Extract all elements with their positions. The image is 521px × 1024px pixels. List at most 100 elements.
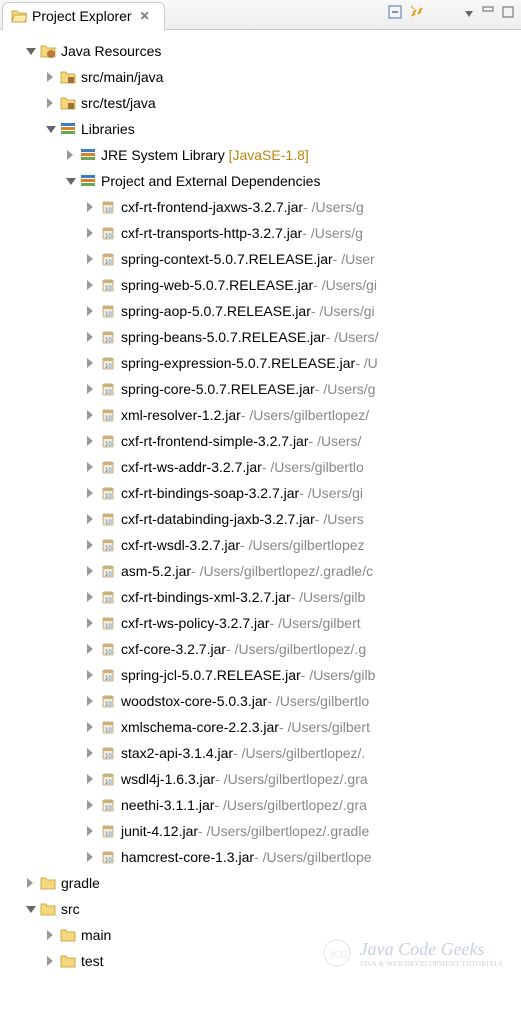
expand-arrow-icon[interactable] [44,96,58,110]
jar-icon [100,745,116,761]
expand-arrow-icon[interactable] [84,408,98,422]
expand-arrow-icon[interactable] [84,798,98,812]
tree-node-jar[interactable]: cxf-rt-databinding-jaxb-3.2.7.jar - /Use… [0,506,521,532]
tab-title: Project Explorer [32,8,132,24]
tree-node-jar[interactable]: spring-expression-5.0.7.RELEASE.jar - /U [0,350,521,376]
jar-path: - /Users/gilbertlopez/. [233,745,365,761]
tree-node-jar[interactable]: neethi-3.1.1.jar - /Users/gilbertlopez/.… [0,792,521,818]
tree-node-src-test[interactable]: test [0,948,521,974]
expand-arrow-icon[interactable] [64,174,78,188]
expand-arrow-icon[interactable] [44,928,58,942]
view-tab-bar: Project Explorer ✕ [0,0,521,30]
tree-node-jar[interactable]: stax2-api-3.1.4.jar - /Users/gilbertlope… [0,740,521,766]
expand-arrow-icon[interactable] [84,460,98,474]
jar-path: - /Users/gilbertlopez/.gradle [198,823,369,839]
expand-arrow-icon[interactable] [84,746,98,760]
tree-node-jar[interactable]: cxf-rt-ws-addr-3.2.7.jar - /Users/gilber… [0,454,521,480]
expand-arrow-icon[interactable] [44,954,58,968]
tree-node-libraries[interactable]: Libraries [0,116,521,142]
jar-icon [100,511,116,527]
tree-node-jar[interactable]: hamcrest-core-1.3.jar - /Users/gilbertlo… [0,844,521,870]
expand-arrow-icon[interactable] [84,772,98,786]
project-tree: Java Resources src/main/java src/test/ja… [0,30,521,1024]
minimize-icon[interactable] [481,5,495,22]
tree-node-gradle[interactable]: gradle [0,870,521,896]
tree-node-jar[interactable]: asm-5.2.jar - /Users/gilbertlopez/.gradl… [0,558,521,584]
tree-node-jar[interactable]: cxf-rt-frontend-jaxws-3.2.7.jar - /Users… [0,194,521,220]
tree-node-jar[interactable]: cxf-rt-bindings-soap-3.2.7.jar - /Users/… [0,480,521,506]
collapse-all-icon[interactable] [387,4,403,23]
folder-closed-icon [40,901,56,917]
expand-arrow-icon[interactable] [84,278,98,292]
expand-arrow-icon[interactable] [84,590,98,604]
expand-arrow-icon[interactable] [84,356,98,370]
expand-arrow-icon[interactable] [84,382,98,396]
expand-arrow-icon[interactable] [84,330,98,344]
jar-name: xmlschema-core-2.2.3.jar [121,719,279,735]
folder-java-icon [40,43,56,59]
expand-arrow-icon[interactable] [84,538,98,552]
tree-node-jar[interactable]: cxf-rt-bindings-xml-3.2.7.jar - /Users/g… [0,584,521,610]
tree-node-src-test-java[interactable]: src/test/java [0,90,521,116]
tree-node-jre[interactable]: JRE System Library [JavaSE-1.8] [0,142,521,168]
jar-path: - /Users/gilb [291,589,366,605]
view-menu-icon[interactable] [463,6,475,22]
folder-closed-icon [40,875,56,891]
expand-arrow-icon[interactable] [24,902,38,916]
expand-arrow-icon[interactable] [84,200,98,214]
tree-node-src-main[interactable]: main [0,922,521,948]
expand-arrow-icon[interactable] [84,512,98,526]
maximize-icon[interactable] [501,5,515,22]
expand-arrow-icon[interactable] [84,252,98,266]
expand-arrow-icon[interactable] [84,226,98,240]
tree-node-jar[interactable]: spring-jcl-5.0.7.RELEASE.jar - /Users/gi… [0,662,521,688]
expand-arrow-icon[interactable] [24,876,38,890]
expand-arrow-icon[interactable] [44,122,58,136]
project-explorer-tab[interactable]: Project Explorer ✕ [2,2,165,30]
tree-node-jar[interactable]: spring-web-5.0.7.RELEASE.jar - /Users/gi [0,272,521,298]
jar-path: - /Users/gilbertlo [262,459,364,475]
tree-node-jar[interactable]: xml-resolver-1.2.jar - /Users/gilbertlop… [0,402,521,428]
link-editor-icon[interactable] [409,4,425,23]
expand-arrow-icon[interactable] [44,70,58,84]
node-label: src/main/java [81,69,163,85]
expand-arrow-icon[interactable] [84,564,98,578]
expand-arrow-icon[interactable] [84,434,98,448]
jar-icon [100,251,116,267]
expand-arrow-icon[interactable] [84,720,98,734]
tree-node-jar[interactable]: cxf-rt-ws-policy-3.2.7.jar - /Users/gilb… [0,610,521,636]
jar-icon [100,225,116,241]
expand-arrow-icon[interactable] [84,824,98,838]
library-stack-icon [60,121,76,137]
jar-path: - /Users [315,511,364,527]
expand-arrow-icon[interactable] [84,850,98,864]
tree-node-jar[interactable]: spring-aop-5.0.7.RELEASE.jar - /Users/gi [0,298,521,324]
tree-node-src-main-java[interactable]: src/main/java [0,64,521,90]
expand-arrow-icon[interactable] [84,486,98,500]
tree-node-ext-deps[interactable]: Project and External Dependencies [0,168,521,194]
tree-node-jar[interactable]: junit-4.12.jar - /Users/gilbertlopez/.gr… [0,818,521,844]
tree-node-jar[interactable]: wsdl4j-1.6.3.jar - /Users/gilbertlopez/.… [0,766,521,792]
tree-node-java-resources[interactable]: Java Resources [0,38,521,64]
tree-node-jar[interactable]: cxf-rt-transports-http-3.2.7.jar - /User… [0,220,521,246]
expand-arrow-icon[interactable] [84,304,98,318]
jar-icon [100,329,116,345]
jar-name: cxf-rt-frontend-jaxws-3.2.7.jar [121,199,303,215]
expand-arrow-icon[interactable] [84,642,98,656]
tree-node-jar[interactable]: cxf-core-3.2.7.jar - /Users/gilbertlopez… [0,636,521,662]
expand-arrow-icon[interactable] [84,694,98,708]
tree-node-jar[interactable]: cxf-rt-frontend-simple-3.2.7.jar - /User… [0,428,521,454]
tree-node-jar[interactable]: spring-context-5.0.7.RELEASE.jar - /User [0,246,521,272]
expand-arrow-icon[interactable] [24,44,38,58]
package-folder-icon [60,95,76,111]
expand-arrow-icon[interactable] [84,616,98,630]
tree-node-src[interactable]: src [0,896,521,922]
tree-node-jar[interactable]: spring-beans-5.0.7.RELEASE.jar - /Users/ [0,324,521,350]
tree-node-jar[interactable]: spring-core-5.0.7.RELEASE.jar - /Users/g [0,376,521,402]
tree-node-jar[interactable]: xmlschema-core-2.2.3.jar - /Users/gilber… [0,714,521,740]
expand-arrow-icon[interactable] [64,148,78,162]
tree-node-jar[interactable]: woodstox-core-5.0.3.jar - /Users/gilbert… [0,688,521,714]
tree-node-jar[interactable]: cxf-rt-wsdl-3.2.7.jar - /Users/gilbertlo… [0,532,521,558]
close-icon[interactable]: ✕ [140,9,150,23]
expand-arrow-icon[interactable] [84,668,98,682]
